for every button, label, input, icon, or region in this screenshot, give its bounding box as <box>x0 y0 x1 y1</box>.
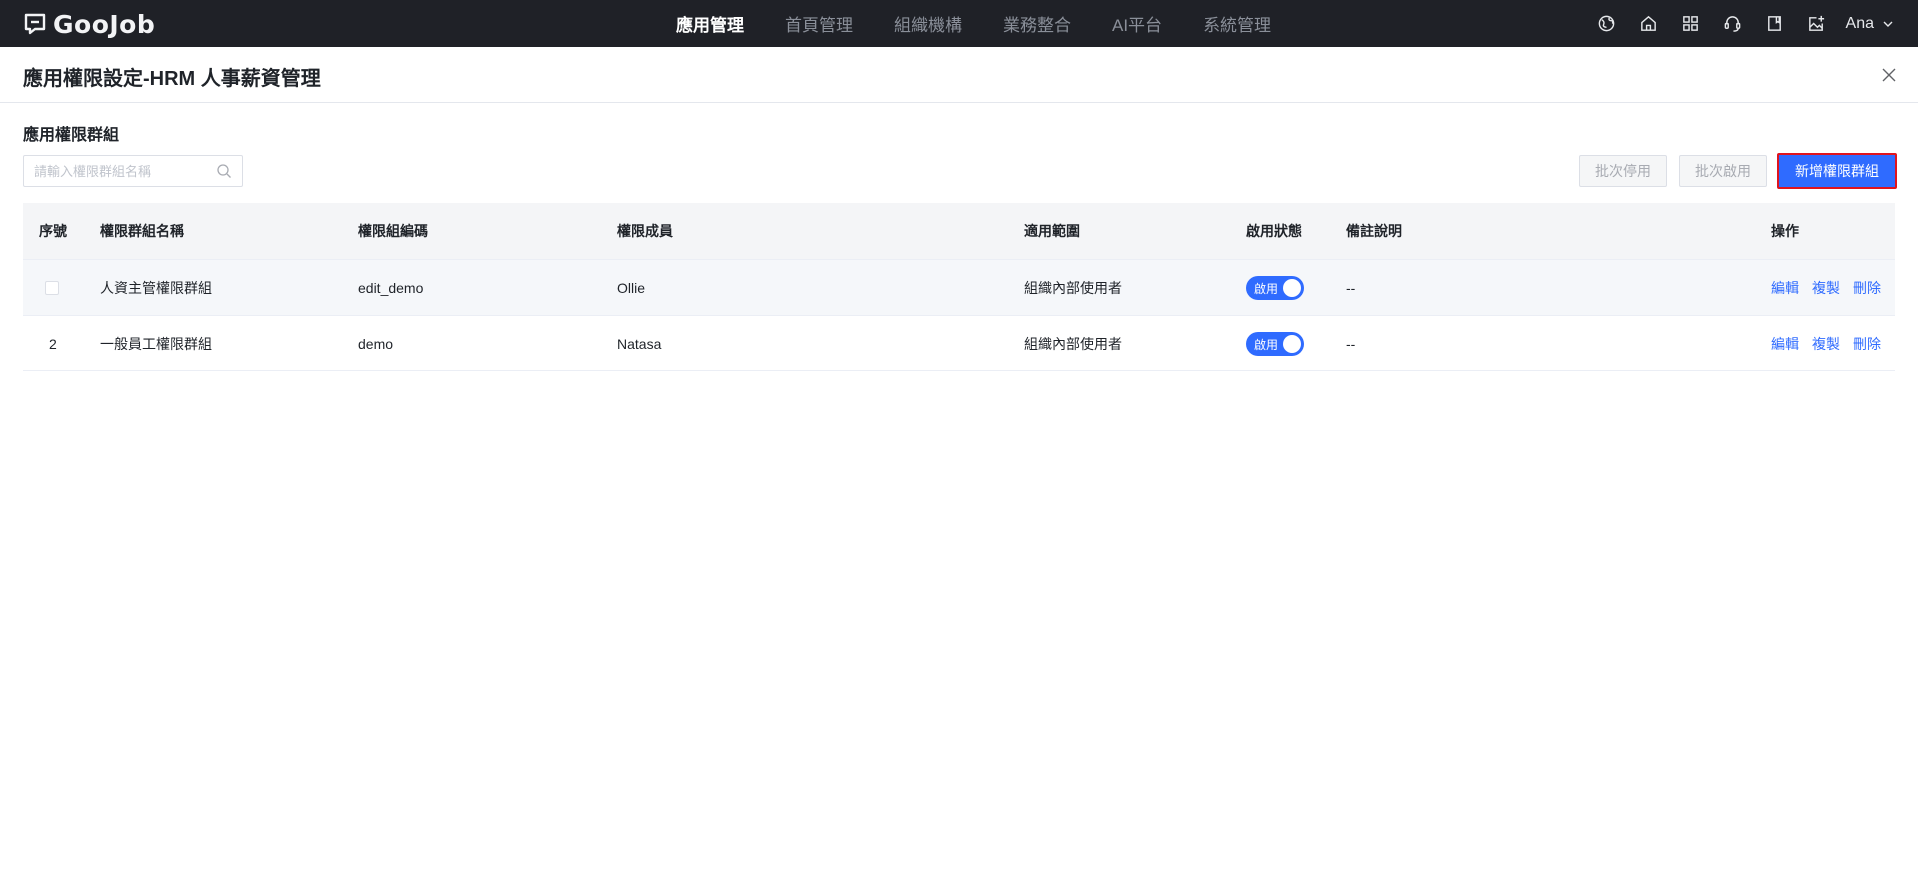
delete-link[interactable]: 刪除 <box>1853 334 1881 354</box>
status-toggle[interactable]: 啟用 <box>1246 332 1304 356</box>
logo-chat-icon <box>24 13 46 35</box>
row-scope: 組織內部使用者 <box>1024 280 1122 296</box>
row-scope: 組織內部使用者 <box>1024 336 1122 352</box>
header-actions: 操作 <box>1771 223 1799 239</box>
support-headset-icon[interactable] <box>1712 0 1754 47</box>
nav-item-ai-platform[interactable]: AI平台 <box>1112 11 1162 36</box>
user-name: Ana <box>1845 14 1874 32</box>
header-index: 序號 <box>39 223 67 239</box>
delete-link[interactable]: 刪除 <box>1853 278 1881 298</box>
header-name: 權限群組名稱 <box>100 223 184 239</box>
row-members: Ollie <box>617 280 646 296</box>
status-toggle[interactable]: 啟用 <box>1246 276 1304 300</box>
nav-item-organization[interactable]: 組織機構 <box>894 11 962 36</box>
search-box <box>23 155 243 187</box>
row-name: 人資主管權限群組 <box>100 280 212 296</box>
row-code: demo <box>358 336 394 352</box>
chevron-down-icon <box>1883 21 1893 27</box>
row-members: Natasa <box>617 336 662 352</box>
permission-group-table: 序號 權限群組名稱 權限組編碼 權限成員 適用範圍 啟用狀態 備註說明 操作 人… <box>23 203 1895 371</box>
row-remark: -- <box>1346 280 1356 296</box>
search-icon[interactable] <box>216 163 232 179</box>
table-header: 序號 權限群組名稱 權限組編碼 權限成員 適用範圍 啟用狀態 備註說明 操作 <box>23 203 1895 259</box>
image-add-icon[interactable] <box>1796 0 1838 47</box>
header-scope: 適用範圍 <box>1024 223 1080 239</box>
main-nav: 應用管理 首頁管理 組織機構 業務整合 AI平台 系統管理 <box>676 0 1312 47</box>
top-nav-bar: GooJob 應用管理 首頁管理 組織機構 業務整合 AI平台 系統管理 Ana <box>0 0 1918 47</box>
table-row[interactable]: 人資主管權限群組 edit_demo Ollie 組織內部使用者 啟用 -- 編… <box>23 259 1895 315</box>
modal-header: 應用權限設定-HRM 人事薪資管理 <box>0 47 1918 103</box>
header-code: 權限組編碼 <box>358 223 428 239</box>
edit-link[interactable]: 編輯 <box>1771 334 1799 354</box>
nav-item-system-management[interactable]: 系統管理 <box>1203 11 1271 36</box>
close-icon <box>1882 68 1896 82</box>
add-group-button[interactable]: 新增權限群組 <box>1777 153 1897 189</box>
status-toggle-label: 啟用 <box>1254 337 1279 352</box>
search-input[interactable] <box>24 157 216 185</box>
modal-title: 應用權限設定-HRM 人事薪資管理 <box>23 68 321 90</box>
book-icon[interactable] <box>1754 0 1796 47</box>
row-name: 一般員工權限群組 <box>100 336 212 352</box>
header-status: 啟用狀態 <box>1246 223 1302 239</box>
copy-link[interactable]: 複製 <box>1812 334 1840 354</box>
nav-item-business-integration[interactable]: 業務整合 <box>1003 11 1071 36</box>
language-globe-icon[interactable] <box>1586 0 1628 47</box>
header-remark: 備註說明 <box>1346 223 1402 239</box>
header-members: 權限成員 <box>617 223 673 239</box>
status-toggle-label: 啟用 <box>1254 281 1279 296</box>
nav-item-app-management[interactable]: 應用管理 <box>676 11 744 36</box>
batch-disable-button[interactable]: 批次停用 <box>1579 155 1667 187</box>
nav-item-home-management[interactable]: 首頁管理 <box>785 11 853 36</box>
toggle-knob <box>1283 335 1301 353</box>
batch-enable-button[interactable]: 批次啟用 <box>1679 155 1767 187</box>
section-title: 應用權限群組 <box>23 127 120 144</box>
home-icon[interactable] <box>1628 0 1670 47</box>
toggle-knob <box>1283 279 1301 297</box>
close-button[interactable] <box>1878 64 1900 86</box>
toolbar-right: Ana <box>1586 0 1918 47</box>
brand-name: GooJob <box>53 9 156 39</box>
row-code: edit_demo <box>358 280 424 296</box>
row-checkbox[interactable] <box>45 281 59 295</box>
row-index: 2 <box>49 336 57 352</box>
user-menu[interactable]: Ana <box>1846 15 1894 33</box>
copy-link[interactable]: 複製 <box>1812 278 1840 298</box>
brand-logo[interactable]: GooJob <box>23 9 156 39</box>
row-remark: -- <box>1346 336 1356 352</box>
table-row[interactable]: 2 一般員工權限群組 demo Natasa 組織內部使用者 啟用 -- 編輯 … <box>23 315 1895 371</box>
apps-grid-icon[interactable] <box>1670 0 1712 47</box>
edit-link[interactable]: 編輯 <box>1771 278 1799 298</box>
